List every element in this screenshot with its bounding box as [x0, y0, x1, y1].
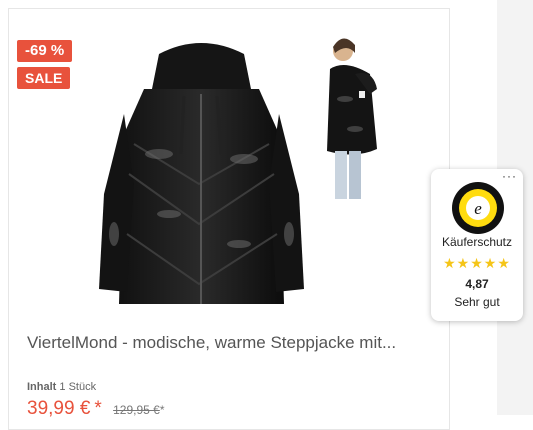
- product-card[interactable]: -69 % SALE ViertelMond - modische, warme…: [8, 8, 450, 430]
- jacket-image[interactable]: [89, 34, 314, 319]
- price-footnote-mark: *: [94, 398, 102, 419]
- content-info: Inhalt 1 Stück: [27, 381, 96, 393]
- content-value: 1 Stück: [59, 381, 97, 393]
- model-photo[interactable]: [315, 29, 395, 209]
- trusted-shops-seal-icon: e: [452, 182, 504, 234]
- discount-badge: -69 %: [17, 40, 73, 62]
- current-price: 39,99 €: [27, 398, 91, 419]
- product-title[interactable]: ViertelMond - modische, warme Steppjacke…: [27, 333, 427, 353]
- content-label: Inhalt: [27, 381, 57, 393]
- trusted-shops-widget[interactable]: ··· e Käuferschutz ★★★★★ 4,87 Sehr gut: [431, 169, 523, 321]
- buyer-protection-label: Käuferschutz: [441, 235, 513, 249]
- rating-verdict: Sehr gut: [454, 295, 500, 309]
- price-row: 39,99 € * 129,95 €*: [27, 398, 164, 420]
- svg-text:e: e: [474, 199, 482, 218]
- sale-badge: SALE: [17, 67, 71, 89]
- rating-stars-icon: ★★★★★: [443, 255, 511, 271]
- rating-score: 4,87: [465, 277, 489, 291]
